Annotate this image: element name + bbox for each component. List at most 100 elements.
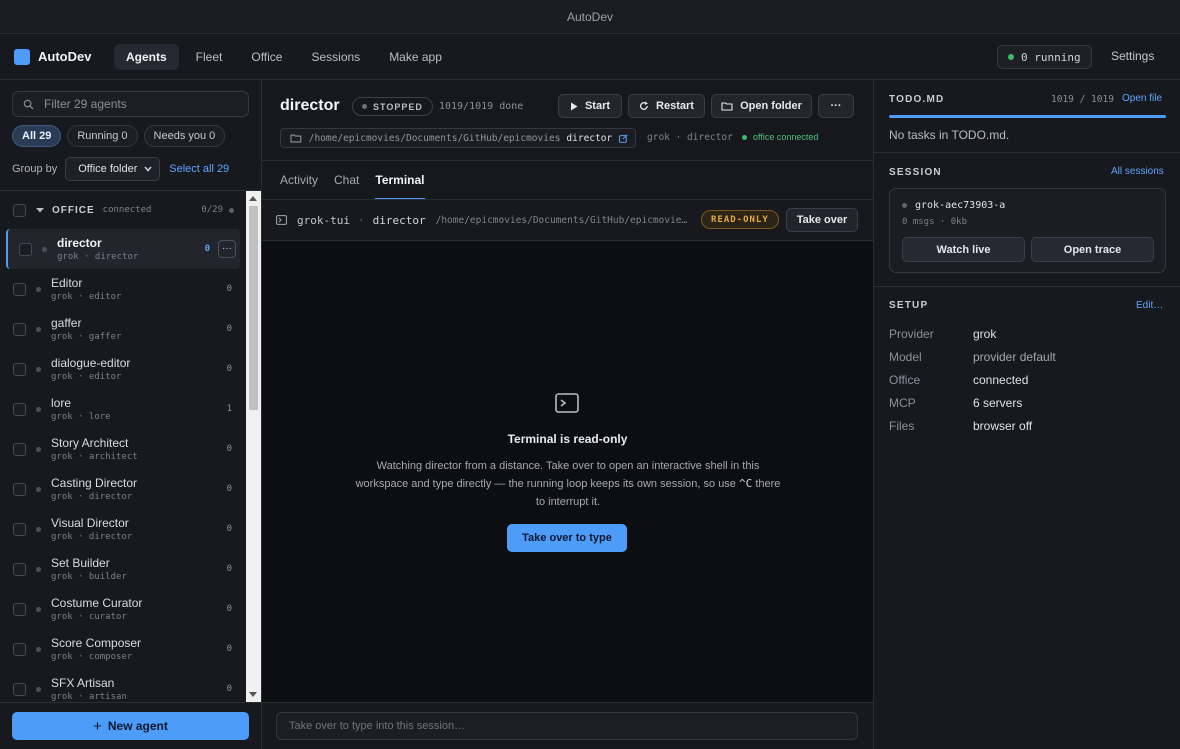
agent-row[interactable]: Score Composer grok · composer 0 — [0, 629, 246, 669]
open-folder-button[interactable]: Open folder — [711, 94, 812, 118]
agent-name: Visual Director — [51, 516, 129, 530]
group-by-select[interactable]: Office folder — [65, 157, 161, 181]
agent-count: 0 — [226, 604, 232, 614]
nav-tab-fleet[interactable]: Fleet — [184, 44, 235, 70]
tab-chat[interactable]: Chat — [334, 161, 359, 199]
terminal-view[interactable]: Terminal is read-only Watching director … — [262, 241, 873, 702]
start-label: Start — [584, 100, 611, 112]
agent-name: gaffer — [51, 316, 82, 330]
group-checkbox[interactable] — [13, 203, 26, 217]
new-agent-footer: + New agent — [0, 702, 261, 749]
open-file-link[interactable]: Open file — [1122, 93, 1162, 104]
agent-checkbox[interactable] — [13, 282, 26, 296]
agent-checkbox[interactable] — [13, 562, 26, 576]
chip-all[interactable]: All 29 — [12, 125, 62, 147]
agent-checkbox[interactable] — [13, 402, 26, 416]
group-by-row: Group by Office folder Select all 29 — [12, 157, 229, 181]
workspace-path[interactable]: /home/epicmovies/Documents/GitHub/epicmo… — [280, 128, 636, 148]
agent-checkbox[interactable] — [13, 602, 26, 616]
brand[interactable]: AutoDev — [14, 48, 114, 65]
agent-row[interactable]: SFX Artisan grok · artisan 0 — [0, 669, 246, 702]
start-button[interactable]: Start — [558, 94, 622, 118]
caret-down-icon[interactable] — [36, 206, 44, 214]
session-input[interactable]: Take over to type into this session… — [276, 712, 858, 740]
agent-row[interactable]: dialogue-editor grok · editor 0 — [0, 349, 246, 389]
group-name: OFFICE — [52, 204, 95, 216]
agent-checkbox[interactable] — [13, 322, 26, 336]
tab-activity[interactable]: Activity — [280, 161, 318, 199]
agent-row[interactable]: director grok · director 0 ··· — [6, 229, 240, 269]
todo-title: TODO.MD — [889, 94, 945, 105]
running-status-dot — [1008, 54, 1014, 60]
agent-checkbox[interactable] — [19, 242, 32, 256]
agent-checkbox[interactable] — [13, 442, 26, 456]
agent-subtitle: grok · editor — [51, 292, 122, 302]
nav-tab-office[interactable]: Office — [239, 44, 294, 70]
agent-subtitle: grok · gaffer — [51, 332, 122, 342]
agent-row[interactable]: Story Architect grok · architect 0 — [0, 429, 246, 469]
open-trace-button[interactable]: Open trace — [1031, 237, 1154, 262]
agent-row[interactable]: Visual Director grok · director 0 — [0, 509, 246, 549]
chip-needs-you[interactable]: Needs you 0 — [143, 125, 226, 147]
scrollbar-thumb[interactable] — [249, 206, 258, 410]
take-over-to-type-button[interactable]: Take over to type — [507, 524, 627, 552]
agent-row[interactable]: gaffer grok · gaffer 0 — [0, 309, 246, 349]
agent-row[interactable]: Casting Director grok · director 0 — [0, 469, 246, 509]
todo-count: 1019 / 1019 — [1051, 94, 1114, 105]
settings-link[interactable]: Settings — [1111, 49, 1154, 63]
nav-tab-agents[interactable]: Agents — [114, 43, 179, 70]
agent-name: lore — [51, 396, 72, 410]
agent-status-dot — [36, 446, 41, 452]
session-title: SESSION — [889, 167, 942, 178]
external-link-icon[interactable] — [619, 133, 628, 143]
done-count: 1019/1019 done — [439, 101, 524, 112]
agent-subtitle: grok · lore — [51, 412, 111, 422]
agent-filter-input[interactable]: Filter 29 agents — [12, 91, 249, 117]
scroll-up-arrow-icon[interactable] — [249, 196, 257, 201]
agent-checkbox[interactable] — [13, 642, 26, 656]
take-over-button[interactable]: Take over — [786, 208, 858, 232]
all-sessions-link[interactable]: All sessions — [1111, 166, 1164, 177]
agent-row[interactable]: lore grok · lore 1 — [0, 389, 246, 429]
office-connection-status: office connected — [742, 132, 818, 142]
watch-live-button[interactable]: Watch live — [902, 237, 1025, 262]
running-indicator[interactable]: 0 running — [997, 45, 1092, 69]
agent-status-dot — [36, 646, 41, 652]
agent-row[interactable]: Editor grok · editor 0 — [0, 269, 246, 309]
scroll-down-arrow-icon[interactable] — [249, 692, 257, 697]
agent-row[interactable]: Costume Curator grok · curator 0 — [0, 589, 246, 629]
agent-status-dot — [36, 526, 41, 532]
terminal-icon — [555, 393, 579, 413]
agent-checkbox[interactable] — [13, 522, 26, 536]
agent-row[interactable]: Set Builder grok · builder 0 — [0, 549, 246, 589]
tab-terminal[interactable]: Terminal — [375, 161, 425, 200]
restart-button[interactable]: Restart — [628, 94, 705, 118]
running-count: 0 running — [1021, 50, 1081, 64]
setup-title: SETUP — [889, 300, 929, 311]
agent-checkbox[interactable] — [13, 682, 26, 696]
agent-more-button[interactable]: ··· — [218, 240, 236, 258]
group-by-label: Group by — [12, 163, 58, 175]
nav-tab-make-app[interactable]: Make app — [377, 44, 454, 70]
group-status: connected — [102, 205, 152, 215]
agent-count: 0 — [226, 684, 232, 694]
terminal-readonly-description: Watching director from a distance. Take … — [353, 457, 783, 511]
agent-filter-placeholder: Filter 29 agents — [44, 97, 127, 111]
agent-checkbox[interactable] — [13, 362, 26, 376]
setup-row-provider: Provider grok — [889, 327, 996, 341]
agent-count: 0 — [226, 364, 232, 374]
group-by-value: Office folder — [78, 163, 138, 175]
new-agent-button[interactable]: + New agent — [12, 712, 249, 740]
more-actions-button[interactable]: ··· — [818, 94, 854, 118]
group-header-office[interactable]: OFFICE connected 0/29 — [0, 191, 246, 229]
agent-filter-chips: All 29 Running 0 Needs you 0 — [12, 125, 231, 147]
chip-running[interactable]: Running 0 — [67, 125, 138, 147]
select-all-link[interactable]: Select all 29 — [169, 163, 229, 175]
agent-checkbox[interactable] — [13, 482, 26, 496]
terminal-program: grok-tui — [297, 213, 350, 227]
edit-setup-link[interactable]: Edit… — [1136, 300, 1163, 311]
agent-subtitle: grok · director — [51, 492, 133, 502]
nav-tab-sessions[interactable]: Sessions — [299, 44, 372, 70]
agent-list-scrollbar[interactable] — [246, 191, 261, 702]
agent-name: Editor — [51, 276, 83, 290]
